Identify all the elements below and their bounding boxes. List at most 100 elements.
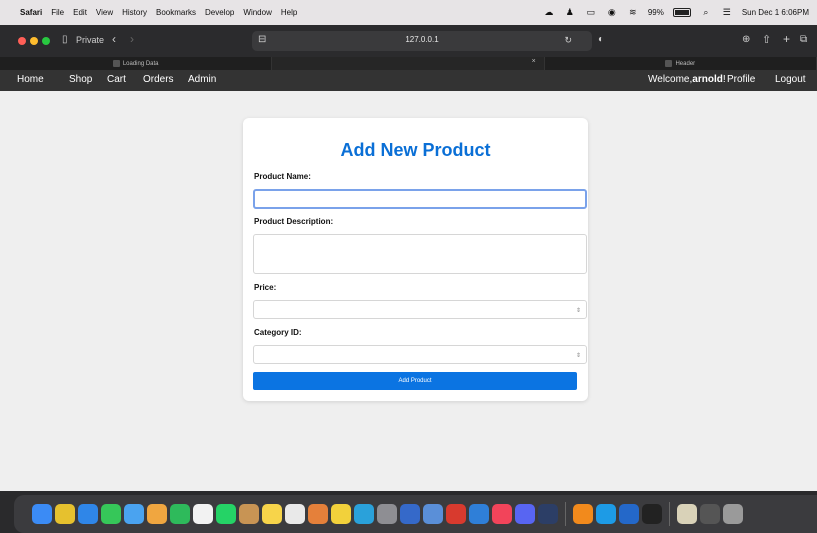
address-bar[interactable]: ⊟ 127.0.0.1 ↻ xyxy=(252,31,592,51)
music-icon[interactable] xyxy=(492,504,512,524)
contacts-icon[interactable] xyxy=(239,504,259,524)
user-icon[interactable]: ♟ xyxy=(564,7,576,18)
menu-develop[interactable]: Develop xyxy=(205,8,234,17)
installer-icon[interactable] xyxy=(677,504,697,524)
product-description-textarea[interactable] xyxy=(253,234,587,274)
nav-profile-link[interactable]: Profile xyxy=(727,74,755,85)
preview-icon[interactable] xyxy=(423,504,443,524)
facetime-icon[interactable] xyxy=(170,504,190,524)
back-icon[interactable]: ‹ xyxy=(112,32,116,46)
mail-icon[interactable] xyxy=(124,504,144,524)
launchpad-icon[interactable] xyxy=(55,504,75,524)
help-icon[interactable] xyxy=(700,504,720,524)
product-name-label: Product Name: xyxy=(254,172,311,181)
safari-icon[interactable] xyxy=(78,504,98,524)
nav-logout-link[interactable]: Logout xyxy=(775,74,806,85)
category-id-input[interactable]: ⇕ xyxy=(253,345,587,364)
menu-window[interactable]: Window xyxy=(243,8,271,17)
outlook-icon[interactable] xyxy=(619,504,639,524)
page-content: Add New Product Product Name: Product De… xyxy=(0,91,817,491)
creative-cloud-icon[interactable]: ☁ xyxy=(543,7,555,18)
form-title: Add New Product xyxy=(340,140,491,160)
category-stepper-icon[interactable]: ⇕ xyxy=(576,352,581,359)
menu-edit[interactable]: Edit xyxy=(73,8,87,17)
product-description-label: Product Description: xyxy=(254,217,334,226)
share-icon[interactable]: ⇧ xyxy=(762,33,771,46)
dock-area xyxy=(0,491,817,533)
product-name-input[interactable] xyxy=(253,189,587,209)
favicon-icon xyxy=(665,60,673,67)
favicon-icon xyxy=(112,60,120,67)
vlc-icon[interactable] xyxy=(573,504,593,524)
minimize-window-button[interactable] xyxy=(30,37,38,45)
system-settings-icon[interactable] xyxy=(377,504,397,524)
nav-admin-link[interactable]: Admin xyxy=(188,74,216,85)
price-input[interactable]: ⇕ xyxy=(253,300,587,319)
trash-icon[interactable] xyxy=(723,504,743,524)
tab-label: Header xyxy=(675,60,696,67)
tab-overview-icon[interactable]: ⧉ xyxy=(800,34,807,45)
vscode-icon[interactable] xyxy=(469,504,489,524)
reminders-icon[interactable] xyxy=(285,504,305,524)
menu-file[interactable]: File xyxy=(51,8,64,17)
notes-icon[interactable] xyxy=(262,504,282,524)
matlab-icon[interactable] xyxy=(308,504,328,524)
nav-shop-link[interactable]: Shop xyxy=(69,74,92,85)
discord-icon[interactable] xyxy=(515,504,535,524)
control-icon[interactable]: ◉ xyxy=(606,7,618,18)
menu-app-name[interactable]: Safari xyxy=(20,8,42,17)
wifi-icon[interactable]: ≋ xyxy=(627,7,639,18)
privacy-shield-icon[interactable]: ◐ xyxy=(598,34,604,45)
category-id-label: Category ID: xyxy=(254,328,302,337)
spotlight-search-icon[interactable]: ⌕ xyxy=(700,7,712,18)
photos-icon[interactable] xyxy=(147,504,167,524)
messages-icon[interactable] xyxy=(101,504,121,524)
dock xyxy=(14,495,817,533)
forward-icon[interactable]: › xyxy=(130,32,134,46)
menu-view[interactable]: View xyxy=(96,8,113,17)
menu-bookmarks[interactable]: Bookmarks xyxy=(156,8,196,17)
safari-toolbar: ▯ Private ‹ › ⊟ 127.0.0.1 ↻ ◐ ⊕ ⇧ + ⧉ xyxy=(0,25,817,57)
control-center-icon[interactable]: ☰ xyxy=(721,7,733,18)
nav-orders-link[interactable]: Orders xyxy=(143,74,174,85)
finder-icon[interactable] xyxy=(32,504,52,524)
tab-loading-data[interactable]: Loading Data xyxy=(0,57,273,70)
price-stepper-icon[interactable]: ⇕ xyxy=(576,307,581,314)
menu-help[interactable]: Help xyxy=(281,8,297,17)
username: arnold xyxy=(692,74,723,85)
zoom-window-button[interactable] xyxy=(42,37,50,45)
telegram-icon[interactable] xyxy=(354,504,374,524)
simulator-icon[interactable] xyxy=(538,504,558,524)
nav-cart-link[interactable]: Cart xyxy=(107,74,126,85)
add-product-form: Add New Product Product Name: Product De… xyxy=(243,118,588,401)
github-icon[interactable] xyxy=(642,504,662,524)
macos-menubar: Safari File Edit View History Bookmarks … xyxy=(0,0,817,25)
close-tab-icon[interactable]: × xyxy=(532,58,536,65)
add-product-button[interactable]: Add Product xyxy=(253,372,577,390)
price-label: Price: xyxy=(254,283,277,292)
tab-bar: Loading Data × Header xyxy=(0,57,817,70)
whatsapp-icon[interactable] xyxy=(216,504,236,524)
nav-home-link[interactable]: Home xyxy=(17,74,44,85)
tab-current[interactable]: × xyxy=(272,57,545,70)
reload-icon[interactable]: ↻ xyxy=(564,35,572,46)
screen-mirroring-icon[interactable]: ▭ xyxy=(585,7,597,18)
private-label: Private xyxy=(76,35,105,45)
downloads-icon[interactable]: ⊕ xyxy=(742,34,750,45)
acrobat-icon[interactable] xyxy=(446,504,466,524)
sidebar-toggle-icon[interactable]: ▯ xyxy=(62,34,68,45)
welcome-message: Welcome,arnold! xyxy=(648,74,726,85)
tab-header[interactable]: Header xyxy=(545,57,817,70)
word-icon[interactable] xyxy=(400,504,420,524)
battery-icon[interactable] xyxy=(672,8,691,17)
clock[interactable]: Sun Dec 1 6:06PM xyxy=(742,8,809,17)
sublime-icon[interactable] xyxy=(331,504,351,524)
close-window-button[interactable] xyxy=(18,37,26,45)
menu-history[interactable]: History xyxy=(122,8,147,17)
new-tab-icon[interactable]: + xyxy=(783,32,790,46)
tab-label: Loading Data xyxy=(122,60,159,67)
docker-icon[interactable] xyxy=(596,504,616,524)
calendar-icon[interactable] xyxy=(193,504,213,524)
welcome-prefix: Welcome, xyxy=(648,74,693,85)
url-text[interactable]: 127.0.0.1 xyxy=(252,35,592,44)
